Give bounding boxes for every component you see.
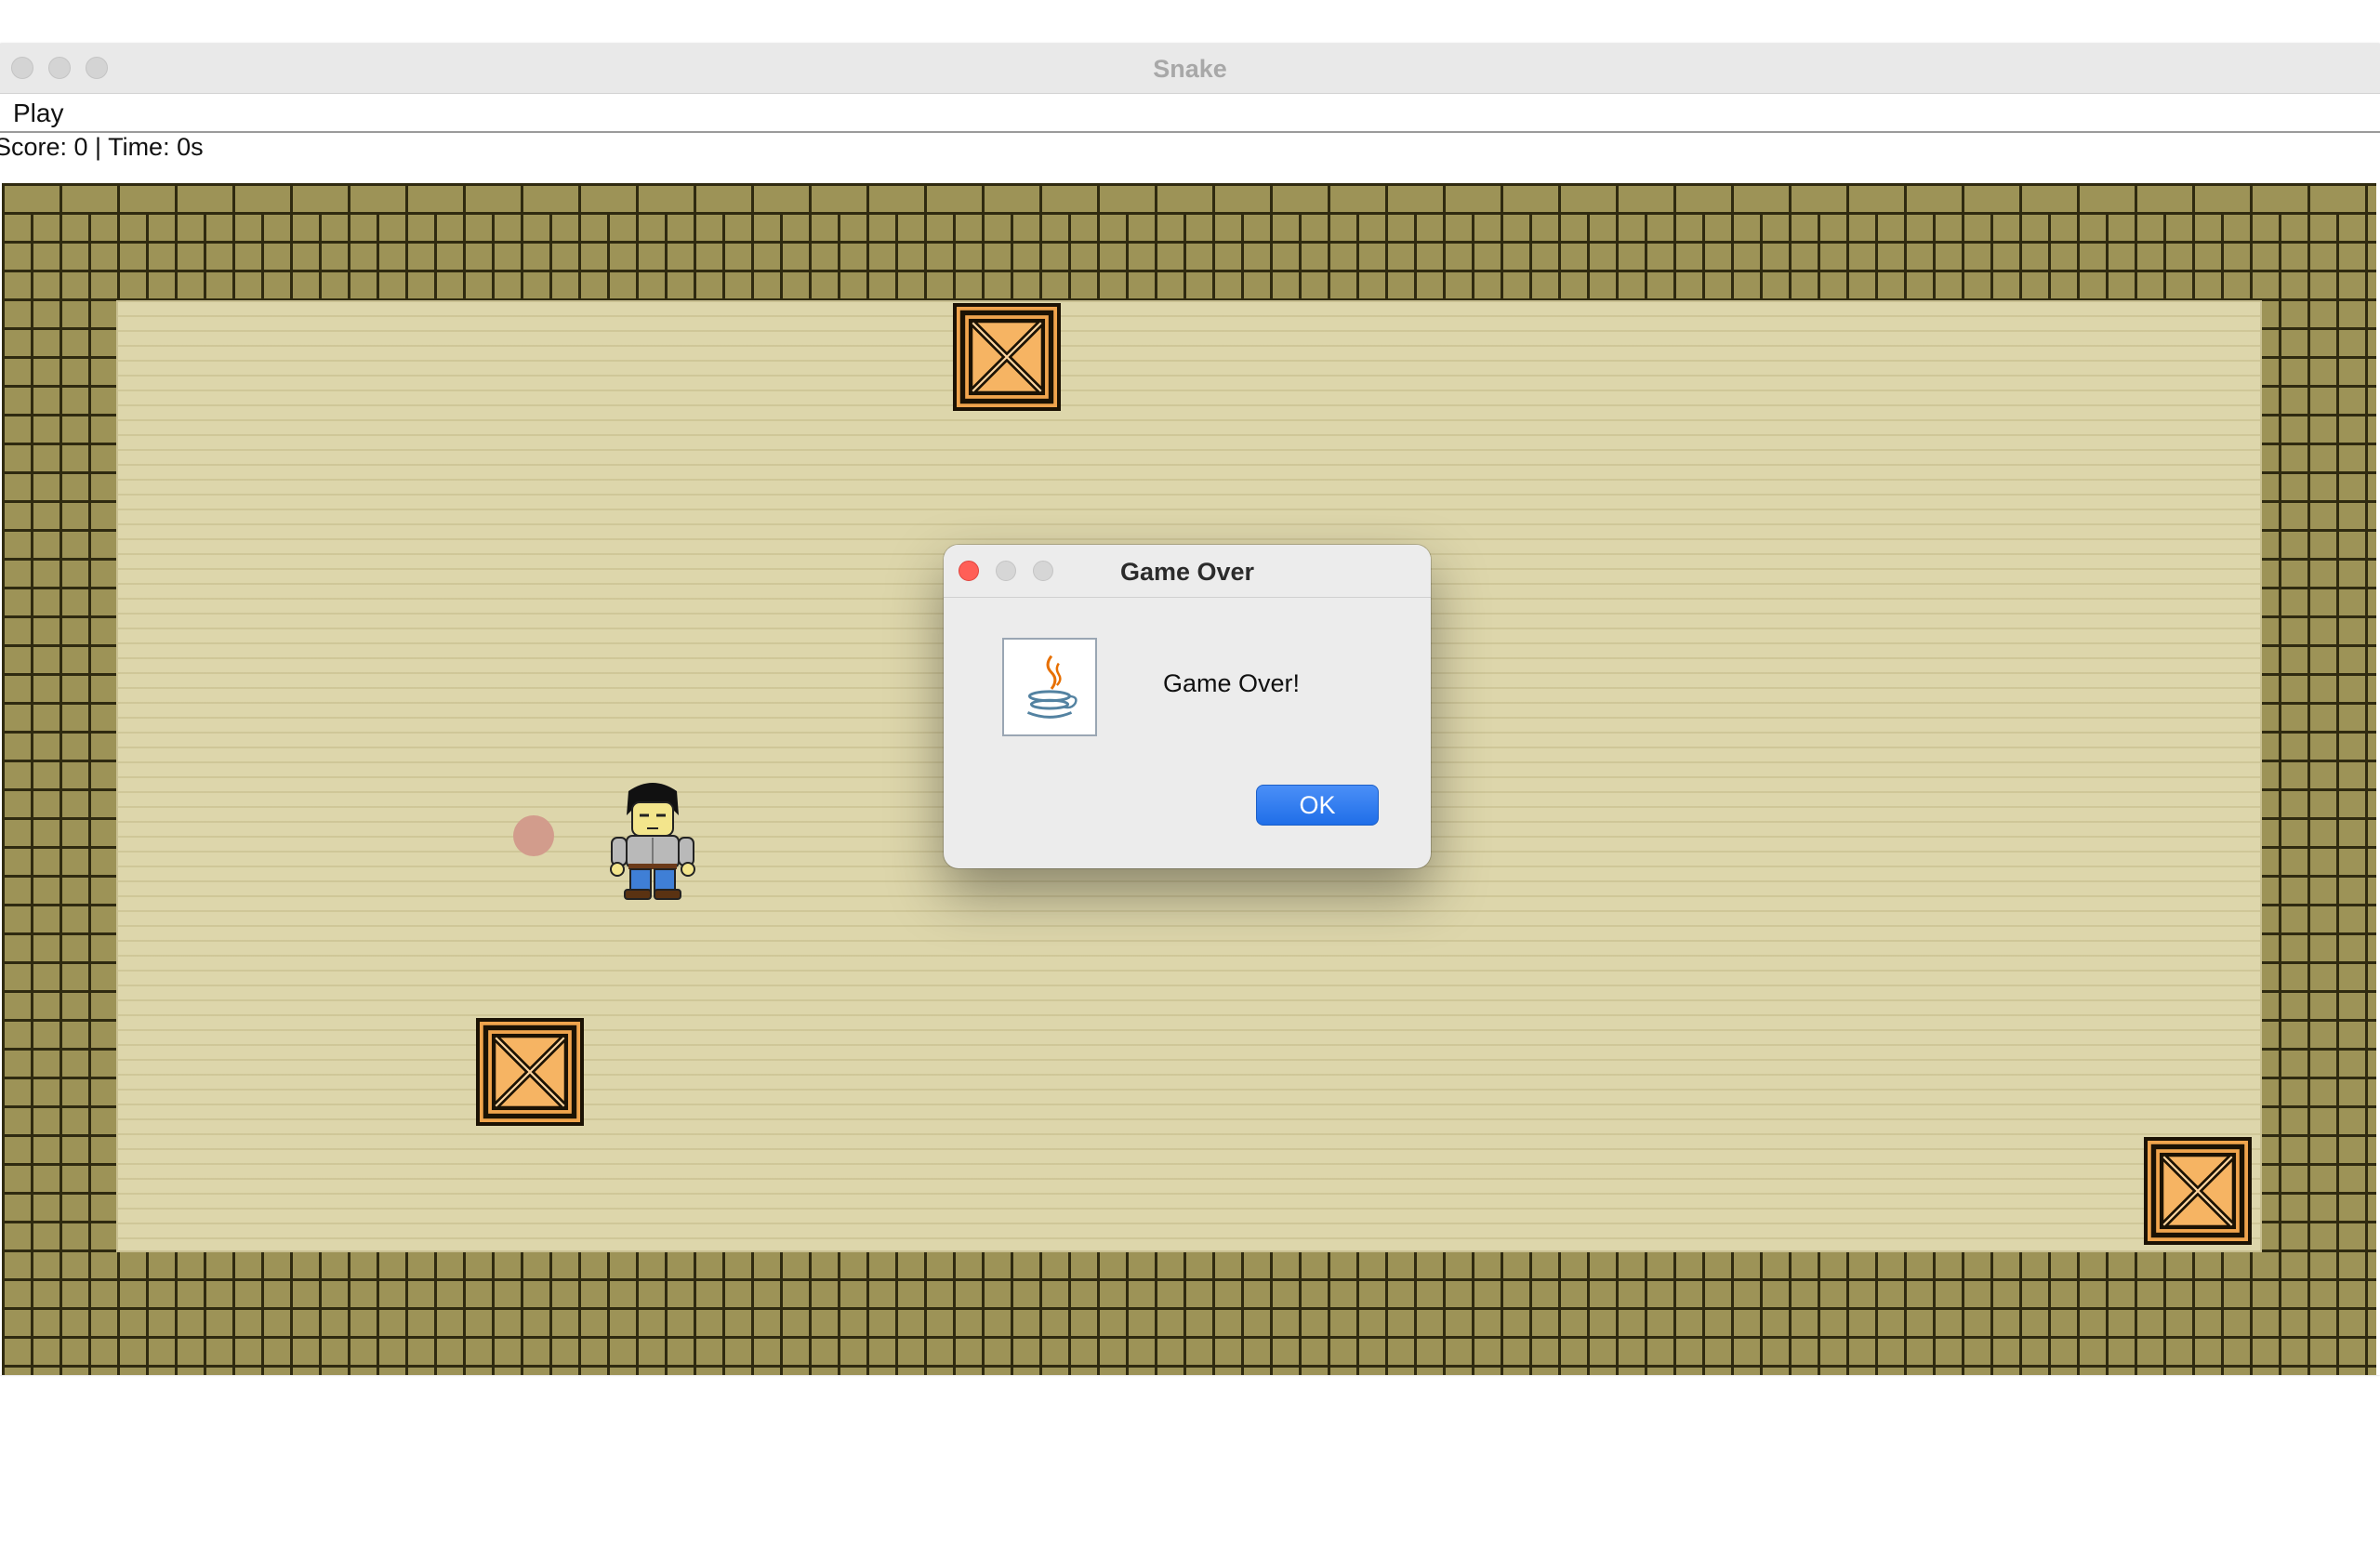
ok-button[interactable]: OK	[1256, 785, 1379, 826]
player-character	[602, 778, 703, 901]
menu-bar: Play	[0, 94, 2380, 133]
java-icon	[1002, 638, 1097, 736]
crate-icon	[959, 310, 1054, 404]
dialog-title-bar: Game Over	[944, 545, 1431, 598]
crate-icon	[2150, 1144, 2245, 1238]
score-time-label: Score: 0 | Time: 0s	[0, 133, 204, 161]
title-bar: Snake	[0, 44, 2380, 94]
food-pellet	[513, 815, 554, 856]
dialog-message: Game Over!	[1163, 669, 1301, 697]
crate-icon	[483, 1025, 577, 1119]
menu-play[interactable]: Play	[13, 99, 63, 128]
crate-obstacle	[476, 1018, 584, 1126]
dialog-title: Game Over	[1119, 558, 1255, 586]
crate-obstacle	[953, 303, 1061, 411]
game-over-dialog: Game Over Game Over! OK	[944, 545, 1431, 868]
player-sprite-icon	[610, 783, 695, 900]
window-title: Snake	[1153, 55, 1227, 83]
crate-obstacle	[2144, 1137, 2252, 1245]
